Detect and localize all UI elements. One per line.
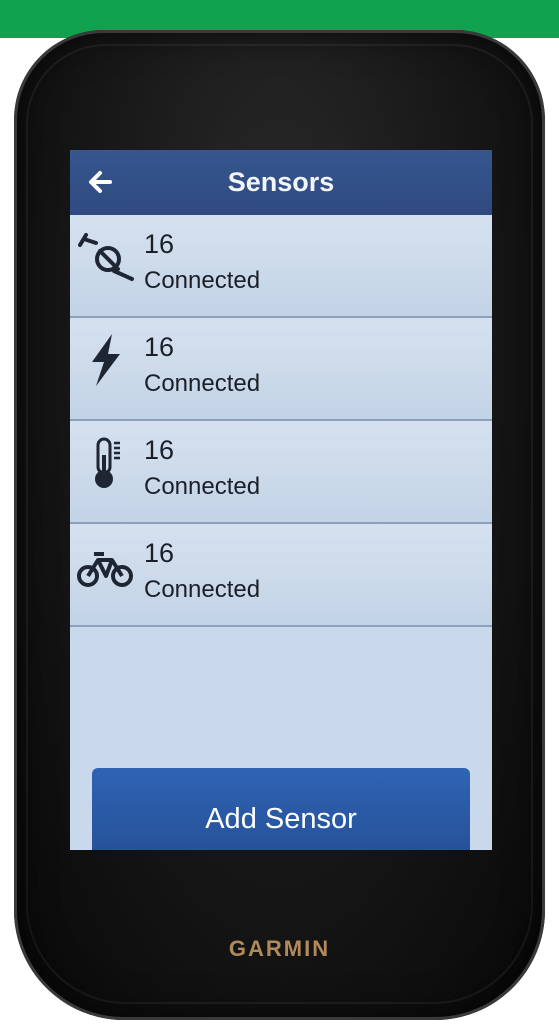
sensor-status: Connected — [144, 576, 261, 603]
sensor-row-speed[interactable]: 16 Connected — [70, 215, 492, 318]
sensor-value: 16 — [144, 538, 175, 568]
sensor-value: 16 — [144, 332, 175, 362]
garmin-device: Sensors 16 Connected 16 Connected 16 Con… — [14, 30, 545, 1020]
sensor-status: Connected — [144, 370, 261, 397]
sensor-list: 16 Connected 16 Connected 16 Connected 1… — [70, 215, 492, 627]
speed-sensor-icon — [76, 229, 136, 285]
sensor-row-power[interactable]: 16 Connected — [70, 318, 492, 421]
bicycle-icon — [76, 538, 136, 594]
device-screen: Sensors 16 Connected 16 Connected 16 Con… — [70, 150, 492, 850]
sensor-row-temperature[interactable]: 16 Connected — [70, 421, 492, 524]
sensor-status: Connected — [144, 473, 261, 500]
sensor-row-bike[interactable]: 16 Connected — [70, 524, 492, 627]
page-title: Sensors — [227, 167, 335, 197]
sensor-value: 16 — [144, 229, 175, 259]
add-sensor-button[interactable]: Add Sensor — [92, 768, 470, 850]
power-bolt-icon — [76, 332, 136, 388]
sensor-value: 16 — [144, 435, 175, 465]
title-bar: Sensors — [70, 150, 492, 215]
sensor-status: Connected — [144, 267, 261, 294]
brand-logo: GARMIN — [228, 936, 331, 961]
thermometer-icon — [76, 435, 136, 491]
